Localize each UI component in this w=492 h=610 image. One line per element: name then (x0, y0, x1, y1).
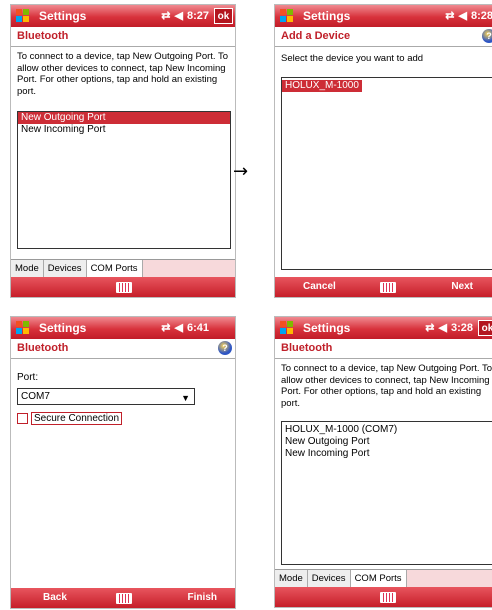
keyboard-icon[interactable] (116, 282, 132, 293)
page-header: Bluetooth (11, 27, 235, 47)
instructions-text: To connect to a device, tap New Outgoing… (17, 51, 229, 97)
port-list[interactable]: New Outgoing Port New Incoming Port (17, 111, 231, 249)
flow-arrow: → (233, 161, 249, 182)
clock[interactable]: 3:28 (451, 322, 473, 334)
port-list[interactable]: HOLUX_M-1000 (COM7) New Outgoing Port Ne… (281, 421, 492, 565)
volume-icon[interactable]: ◀ (175, 321, 183, 334)
status-area: ⇄ ◀ 6:41 (161, 321, 209, 335)
page-header: Add a Device ? (275, 27, 492, 47)
finish-button[interactable]: Finish (188, 592, 217, 603)
list-item-new-outgoing-port[interactable]: New Outgoing Port (282, 436, 492, 448)
list-item-new-incoming-port[interactable]: New Incoming Port (18, 124, 230, 136)
screen-bluetooth-com-ports: Settings ⇄ ◀ 8:27 ok Bluetooth To connec… (10, 4, 236, 298)
cancel-button[interactable]: Cancel (303, 281, 336, 292)
title-bar: Settings ⇄ ◀ 3:28 ok (275, 317, 492, 339)
status-area: ⇄ ◀ 3:28 (425, 321, 473, 335)
app-title: Settings (39, 321, 87, 335)
windows-start-icon[interactable] (278, 7, 296, 25)
screen-bluetooth-com-ports-result: Settings ⇄ ◀ 3:28 ok Bluetooth To connec… (274, 316, 492, 608)
page-header: Bluetooth (275, 339, 492, 359)
secure-connection-label[interactable]: Secure Connection (31, 412, 123, 425)
status-area: ⇄ ◀ 8:28 (445, 9, 492, 23)
menu-bar (11, 277, 235, 297)
port-dropdown[interactable]: COM7 ▼ (17, 388, 195, 405)
volume-icon[interactable]: ◀ (459, 9, 467, 22)
connectivity-icon[interactable]: ⇄ (445, 9, 454, 22)
prompt-text: Select the device you want to add (281, 53, 424, 64)
windows-start-icon[interactable] (278, 319, 296, 337)
tab-bar: Mode Devices COM Ports (275, 569, 492, 589)
keyboard-icon[interactable] (380, 592, 396, 603)
menu-bar: Cancel Next (275, 277, 492, 297)
port-value: COM7 (21, 391, 50, 402)
device-list[interactable]: HOLUX_M-1000 (281, 77, 492, 270)
app-title: Settings (303, 9, 351, 23)
status-area: ⇄ ◀ 8:27 (161, 9, 209, 23)
connectivity-icon[interactable]: ⇄ (425, 321, 434, 334)
windows-start-icon[interactable] (14, 319, 32, 337)
screen-add-device: Settings ⇄ ◀ 8:28 Add a Device ? Select … (274, 4, 492, 298)
instructions-text: To connect to a device, tap New Outgoing… (281, 363, 492, 409)
menu-bar (275, 587, 492, 607)
volume-icon[interactable]: ◀ (175, 9, 183, 22)
connectivity-icon[interactable]: ⇄ (161, 9, 170, 22)
screen-port-settings: Settings ⇄ ◀ 6:41 Bluetooth ? Port: COM7… (10, 316, 236, 609)
secure-connection-checkbox[interactable]: Secure Connection (17, 412, 123, 425)
list-item-new-outgoing-port[interactable]: New Outgoing Port (18, 112, 230, 124)
page-header: Bluetooth ? (11, 339, 235, 359)
clock[interactable]: 8:27 (187, 10, 209, 22)
list-item-holux-device[interactable]: HOLUX_M-1000 (282, 80, 362, 92)
help-icon[interactable]: ? (482, 29, 492, 43)
app-title: Settings (303, 321, 351, 335)
page-title: Bluetooth (17, 342, 69, 354)
clock[interactable]: 6:41 (187, 322, 209, 334)
port-label: Port: (17, 372, 39, 383)
back-button[interactable]: Back (43, 592, 67, 603)
list-item-new-incoming-port[interactable]: New Incoming Port (282, 448, 492, 460)
clock[interactable]: 8:28 (471, 10, 492, 22)
page-title: Add a Device (281, 30, 351, 42)
windows-start-icon[interactable] (14, 7, 32, 25)
ok-button[interactable]: ok (478, 320, 492, 336)
help-icon[interactable]: ? (218, 341, 232, 355)
menu-bar: Back Finish (11, 588, 235, 608)
list-item-holux-com7[interactable]: HOLUX_M-1000 (COM7) (282, 424, 492, 436)
title-bar: Settings ⇄ ◀ 6:41 (11, 317, 235, 339)
volume-icon[interactable]: ◀ (439, 321, 447, 334)
tab-bar: Mode Devices COM Ports (11, 259, 235, 279)
ok-button[interactable]: ok (214, 8, 233, 24)
app-title: Settings (39, 9, 87, 23)
connectivity-icon[interactable]: ⇄ (161, 321, 170, 334)
keyboard-icon[interactable] (380, 282, 396, 293)
title-bar: Settings ⇄ ◀ 8:28 (275, 5, 492, 27)
keyboard-icon[interactable] (116, 593, 132, 604)
next-button[interactable]: Next (451, 281, 473, 292)
checkbox-box[interactable] (17, 413, 28, 424)
chevron-down-icon[interactable]: ▼ (181, 391, 190, 406)
title-bar: Settings ⇄ ◀ 8:27 ok (11, 5, 235, 27)
